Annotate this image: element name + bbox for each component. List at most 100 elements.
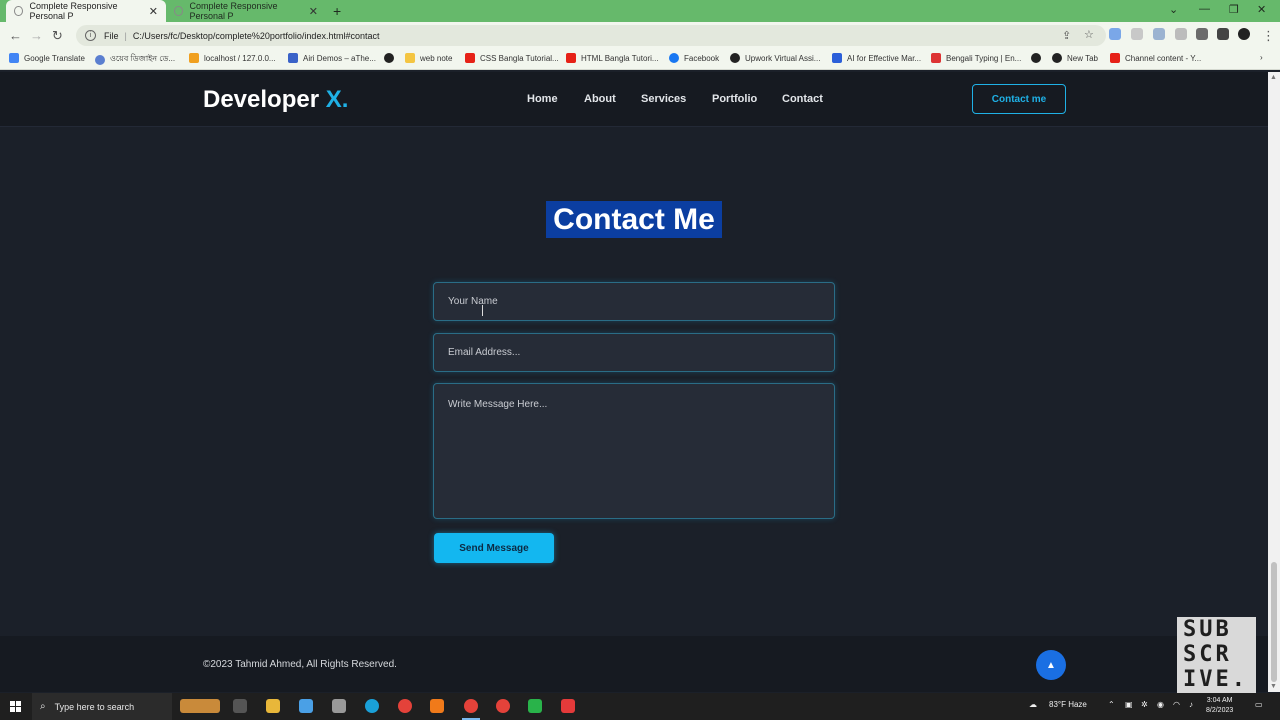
file-explorer-icon[interactable] [266, 699, 280, 713]
tray-app-icon[interactable]: ▣ [1125, 700, 1133, 709]
bookmarks-bar: Google Translate ওয়েব ডিজাইন ডে... loca… [0, 49, 1280, 70]
chrome-icon[interactable] [398, 699, 412, 713]
scrollbar-thumb[interactable] [1271, 562, 1277, 682]
taskbar-clock[interactable]: 3:04 AM 8/2/2023 [1206, 696, 1233, 716]
reload-icon[interactable]: ↻ [52, 28, 63, 44]
close-tab-icon[interactable]: ✕ [149, 5, 158, 18]
bookmarks-overflow-icon[interactable]: › [1260, 53, 1263, 62]
address-bar[interactable]: i File | C:/Users/fc/Desktop/complete%20… [76, 25, 1106, 46]
extension-icon[interactable] [1153, 28, 1165, 40]
restore-icon[interactable]: ❐ [1229, 3, 1239, 16]
nav-portfolio[interactable]: Portfolio [712, 93, 757, 105]
windows-start-icon[interactable] [10, 701, 21, 712]
scheme-label: File [104, 30, 119, 41]
app-icon[interactable] [332, 699, 346, 713]
menu-kebab-icon[interactable]: ⋮ [1262, 28, 1275, 44]
copyright-text: ©2023 Tahmid Ahmed, All Rights Reserved. [203, 659, 397, 670]
notification-icon[interactable]: ▭ [1255, 700, 1263, 709]
bookmark-label: AI for Effective Mar... [847, 53, 922, 63]
bookmark-item[interactable]: New Tab [1052, 53, 1098, 63]
subscribe-watermark: SUB SCR IVE. [1177, 617, 1256, 693]
globe-icon [174, 6, 183, 16]
new-tab-icon[interactable]: + [333, 3, 341, 19]
scroll-up-icon[interactable]: ▲ [1270, 74, 1277, 81]
clock-time: 3:04 AM [1206, 697, 1233, 704]
bookmark-item[interactable] [1031, 53, 1046, 63]
site-logo[interactable]: Developer X. [203, 86, 348, 114]
folder-icon [405, 53, 415, 63]
bookmark-item[interactable]: Google Translate [9, 53, 85, 63]
nav-contact[interactable]: Contact [782, 93, 823, 105]
clock-date: 8/2/2023 [1206, 707, 1234, 714]
bookmark-item[interactable]: Facebook [669, 53, 719, 63]
bookmark-item[interactable]: AI for Effective Mar... [832, 53, 921, 63]
tab-title: Complete Responsive Personal P [189, 1, 278, 21]
message-textarea[interactable]: Write Message Here... [433, 383, 835, 519]
back-icon[interactable]: ← [9, 28, 22, 43]
bookmark-item[interactable]: web note [405, 53, 452, 63]
app-icon[interactable] [299, 699, 313, 713]
extensions-puzzle-icon[interactable] [1196, 28, 1208, 40]
chrome-icon[interactable] [496, 699, 510, 713]
youtube-icon [566, 53, 576, 63]
weather-icon[interactable]: ☁ [1029, 700, 1037, 709]
bookmark-star-icon[interactable]: ☆ [1084, 28, 1094, 41]
wifi-icon[interactable]: ◠ [1173, 700, 1180, 709]
youtube-icon [465, 53, 475, 63]
airi-icon [288, 53, 298, 63]
bookmark-item[interactable]: localhost / 127.0.0... [189, 53, 276, 63]
bookmark-label: Airi Demos – aThe... [303, 53, 376, 63]
bookmark-item[interactable]: Bengali Typing | En... [931, 53, 1021, 63]
facebook-icon [669, 53, 679, 63]
contact-me-button[interactable]: Contact me [972, 84, 1066, 114]
scroll-down-icon[interactable]: ▼ [1270, 683, 1277, 690]
phpmyadmin-icon [189, 53, 199, 63]
browser-tab[interactable]: Complete Responsive Personal P ✕ [166, 0, 326, 22]
volume-icon[interactable]: ♪ [1189, 700, 1193, 709]
scroll-to-top-button[interactable]: ▲ [1036, 650, 1066, 680]
forward-icon[interactable]: → [30, 28, 43, 43]
send-message-button[interactable]: Send Message [434, 533, 554, 563]
weather-text[interactable]: 83°F Haze [1049, 700, 1087, 709]
camtasia-icon[interactable] [528, 699, 542, 713]
github-icon [1052, 53, 1062, 63]
email-input[interactable]: Email Address... [433, 333, 835, 372]
bookmark-item[interactable]: Airi Demos – aThe... [288, 53, 376, 63]
bookmark-item[interactable] [384, 53, 399, 63]
minimize-icon[interactable]: — [1199, 3, 1210, 15]
chrome-icon[interactable] [464, 699, 478, 713]
extension-icon[interactable] [1175, 28, 1187, 40]
share-icon[interactable]: ⇪ [1062, 29, 1071, 42]
sublime-text-icon[interactable] [430, 699, 444, 713]
globe-icon [14, 6, 23, 16]
tray-app-icon[interactable]: ✲ [1141, 700, 1148, 709]
name-input[interactable]: Your Name [433, 282, 835, 321]
bookmark-item[interactable]: CSS Bangla Tutorial... [465, 53, 559, 63]
search-highlight-icon[interactable] [180, 699, 220, 713]
bookmark-item[interactable]: ওয়েব ডিজাইন ডে... [95, 53, 175, 66]
bookmark-item[interactable]: Upwork Virtual Assi... [730, 53, 820, 63]
tray-overflow-icon[interactable]: ⌃ [1108, 700, 1115, 709]
close-tab-icon[interactable]: ✕ [309, 5, 318, 18]
close-window-icon[interactable]: ✕ [1257, 3, 1266, 16]
info-icon[interactable]: i [85, 30, 96, 41]
recorder-icon[interactable] [561, 699, 575, 713]
bookmark-item[interactable]: HTML Bangla Tutori... [566, 53, 659, 63]
profile-avatar[interactable] [1238, 28, 1250, 40]
taskbar-search-box[interactable]: ⌕ Type here to search [32, 693, 172, 720]
browser-tab-active[interactable]: Complete Responsive Personal P ✕ [6, 0, 166, 22]
nav-home[interactable]: Home [527, 93, 558, 105]
contact-section-title: Contact Me [546, 201, 722, 238]
side-panel-icon[interactable] [1217, 28, 1229, 40]
page-scrollbar[interactable]: ▲ ▼ [1268, 72, 1280, 692]
extension-icon[interactable] [1109, 28, 1121, 40]
task-view-icon[interactable] [233, 699, 247, 713]
bookmark-label: Upwork Virtual Assi... [745, 53, 821, 63]
edge-icon[interactable] [365, 699, 379, 713]
nav-services[interactable]: Services [641, 93, 686, 105]
nav-about[interactable]: About [584, 93, 616, 105]
tab-search-icon[interactable]: ⌄ [1169, 3, 1178, 16]
network-icon[interactable]: ◉ [1157, 700, 1164, 709]
bookmark-item[interactable]: Channel content - Y... [1110, 53, 1201, 63]
extension-icon[interactable] [1131, 28, 1143, 40]
